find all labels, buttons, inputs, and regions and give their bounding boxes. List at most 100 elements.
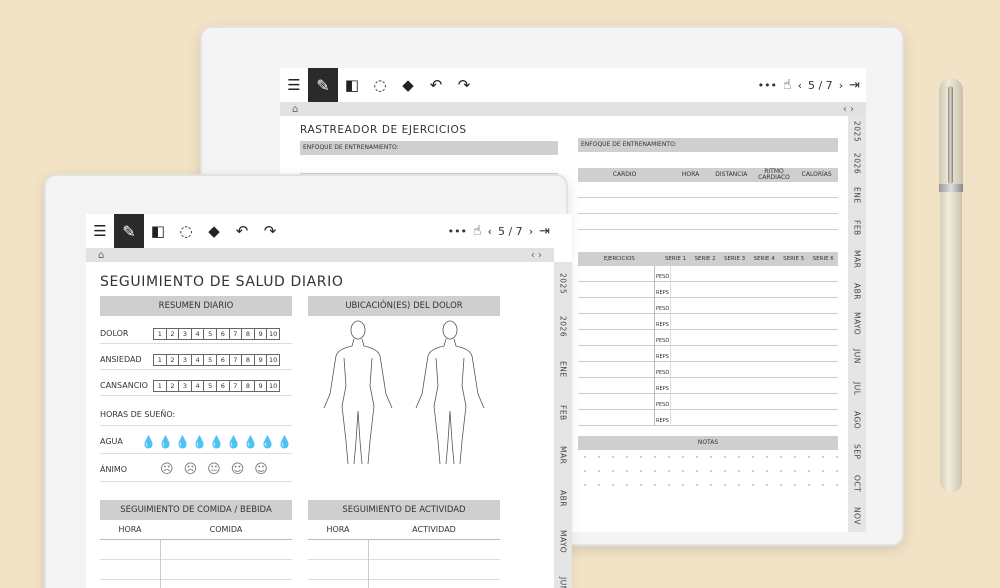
tab-oct[interactable]: OCT [853, 468, 862, 500]
drop-icon[interactable]: 💧 [158, 435, 173, 449]
scale-box[interactable]: 8 [241, 379, 255, 392]
tab-2026[interactable]: 2026 [559, 305, 568, 348]
tab-mar[interactable]: MAR [559, 434, 568, 477]
pen-tool-icon[interactable]: ✎ [114, 214, 144, 248]
scale-boxes[interactable]: 1 2 3 4 5 6 7 8 9 10 [153, 379, 280, 392]
next-page-icon[interactable]: › [839, 79, 843, 92]
tab-2025[interactable]: 2025 [559, 262, 568, 305]
redo-icon[interactable]: ↷ [450, 71, 478, 99]
food-rows[interactable] [100, 540, 292, 588]
scale-box[interactable]: 7 [228, 327, 243, 340]
scale-boxes[interactable]: 1 2 3 4 5 6 7 8 9 10 [153, 353, 280, 366]
scale-box[interactable]: 7 [228, 353, 243, 366]
prev-page-icon[interactable]: ‹ [798, 79, 802, 92]
scale-box[interactable]: 4 [190, 327, 205, 340]
scale-boxes[interactable]: 1 2 3 4 5 6 7 8 9 10 [153, 327, 280, 340]
tab-jul[interactable]: JUL [853, 372, 862, 404]
scale-box[interactable]: 2 [165, 353, 180, 366]
notes-area[interactable] [578, 450, 838, 490]
scale-box[interactable]: 3 [178, 353, 192, 366]
scale-box[interactable]: 10 [266, 353, 280, 366]
scale-box[interactable]: 9 [253, 379, 268, 392]
drop-icon[interactable]: 💧 [192, 435, 207, 449]
scale-box[interactable]: 6 [215, 327, 230, 340]
tab-ene[interactable]: ENE [853, 180, 862, 212]
drop-icon[interactable]: 💧 [226, 435, 241, 449]
toc-icon[interactable]: ☰ [280, 71, 308, 99]
drop-icon[interactable]: 💧 [243, 435, 258, 449]
tab-feb[interactable]: FEB [853, 212, 862, 244]
very-sad-face-icon[interactable]: ☹ [160, 462, 174, 477]
undo-icon[interactable]: ↶ [422, 71, 450, 99]
layers-icon[interactable]: ◆ [200, 217, 228, 245]
sleep-row[interactable]: HORAS DE SUEÑO: [100, 404, 292, 426]
scale-box[interactable]: 5 [203, 353, 217, 366]
drop-icon[interactable]: 💧 [260, 435, 275, 449]
exit-icon[interactable]: ⇥ [849, 78, 860, 93]
scale-box[interactable]: 9 [253, 327, 268, 340]
tab-mayo[interactable]: MAYO [559, 520, 568, 563]
activity-rows[interactable] [308, 540, 500, 588]
drop-icon[interactable]: 💧 [277, 435, 292, 449]
tab-mayo[interactable]: MAYO [853, 307, 862, 340]
touch-icon[interactable]: ☝ [783, 77, 792, 93]
nav-arrows[interactable]: ‹ › [531, 250, 542, 261]
scale-box[interactable]: 1 [153, 379, 167, 392]
scale-box[interactable]: 6 [215, 353, 230, 366]
tab-2025[interactable]: 2025 [853, 116, 862, 148]
lasso-icon[interactable]: ◌ [366, 71, 394, 99]
eraser-icon[interactable]: ◧ [338, 71, 366, 99]
scale-box[interactable]: 8 [241, 327, 255, 340]
tab-abr[interactable]: ABR [559, 477, 568, 520]
scale-box[interactable]: 8 [241, 353, 255, 366]
more-menu-icon[interactable]: ••• [758, 79, 777, 92]
tab-jun[interactable]: JUN [559, 563, 568, 588]
scale-box[interactable]: 4 [190, 353, 205, 366]
drop-icon[interactable]: 💧 [209, 435, 224, 449]
scale-box[interactable]: 1 [153, 327, 167, 340]
scale-box[interactable]: 3 [178, 379, 192, 392]
scale-box[interactable]: 10 [266, 379, 280, 392]
scale-box[interactable]: 1 [153, 353, 167, 366]
water-drops[interactable]: 💧 💧 💧 💧 💧 💧 💧 💧 💧 [141, 435, 292, 449]
scale-box[interactable]: 4 [190, 379, 205, 392]
exercise-rows[interactable]: PESO REPS PESO REPS PESO REPS PESO REPS … [578, 266, 838, 426]
very-happy-face-icon[interactable]: ☺ [254, 462, 268, 477]
mood-faces[interactable]: ☹ ☹ 😐 ☺ ☺ [160, 462, 268, 477]
drop-icon[interactable]: 💧 [175, 435, 190, 449]
layers-icon[interactable]: ◆ [394, 71, 422, 99]
home-icon[interactable]: ⌂ [292, 104, 298, 115]
neutral-face-icon[interactable]: 😐 [207, 462, 221, 477]
scale-box[interactable]: 9 [253, 353, 268, 366]
home-icon[interactable]: ⌂ [98, 250, 104, 261]
redo-icon[interactable]: ↷ [256, 217, 284, 245]
eraser-icon[interactable]: ◧ [144, 217, 172, 245]
undo-icon[interactable]: ↶ [228, 217, 256, 245]
scale-box[interactable]: 6 [215, 379, 230, 392]
scale-box[interactable]: 5 [203, 379, 217, 392]
pen-tool-icon[interactable]: ✎ [308, 68, 338, 102]
scale-box[interactable]: 2 [165, 379, 180, 392]
body-diagram[interactable] [308, 316, 500, 466]
scale-box[interactable]: 3 [178, 327, 192, 340]
scale-box[interactable]: 2 [165, 327, 180, 340]
exit-icon[interactable]: ⇥ [539, 224, 550, 239]
tab-ene[interactable]: ENE [559, 348, 568, 391]
nav-arrows[interactable]: ‹ › [843, 104, 854, 115]
tab-nov[interactable]: NOV [853, 500, 862, 532]
tab-sep[interactable]: SEP [853, 436, 862, 468]
next-page-icon[interactable]: › [529, 225, 533, 238]
more-menu-icon[interactable]: ••• [448, 225, 467, 238]
tab-feb[interactable]: FEB [559, 391, 568, 434]
prev-page-icon[interactable]: ‹ [488, 225, 492, 238]
lasso-icon[interactable]: ◌ [172, 217, 200, 245]
scale-box[interactable]: 5 [203, 327, 217, 340]
drop-icon[interactable]: 💧 [141, 435, 156, 449]
happy-face-icon[interactable]: ☺ [231, 462, 245, 477]
touch-icon[interactable]: ☝ [473, 223, 482, 239]
scale-box[interactable]: 10 [266, 327, 280, 340]
tab-mar[interactable]: MAR [853, 244, 862, 276]
tab-2026[interactable]: 2026 [853, 148, 862, 180]
tab-jun[interactable]: JUN [853, 341, 862, 373]
toc-icon[interactable]: ☰ [86, 217, 114, 245]
